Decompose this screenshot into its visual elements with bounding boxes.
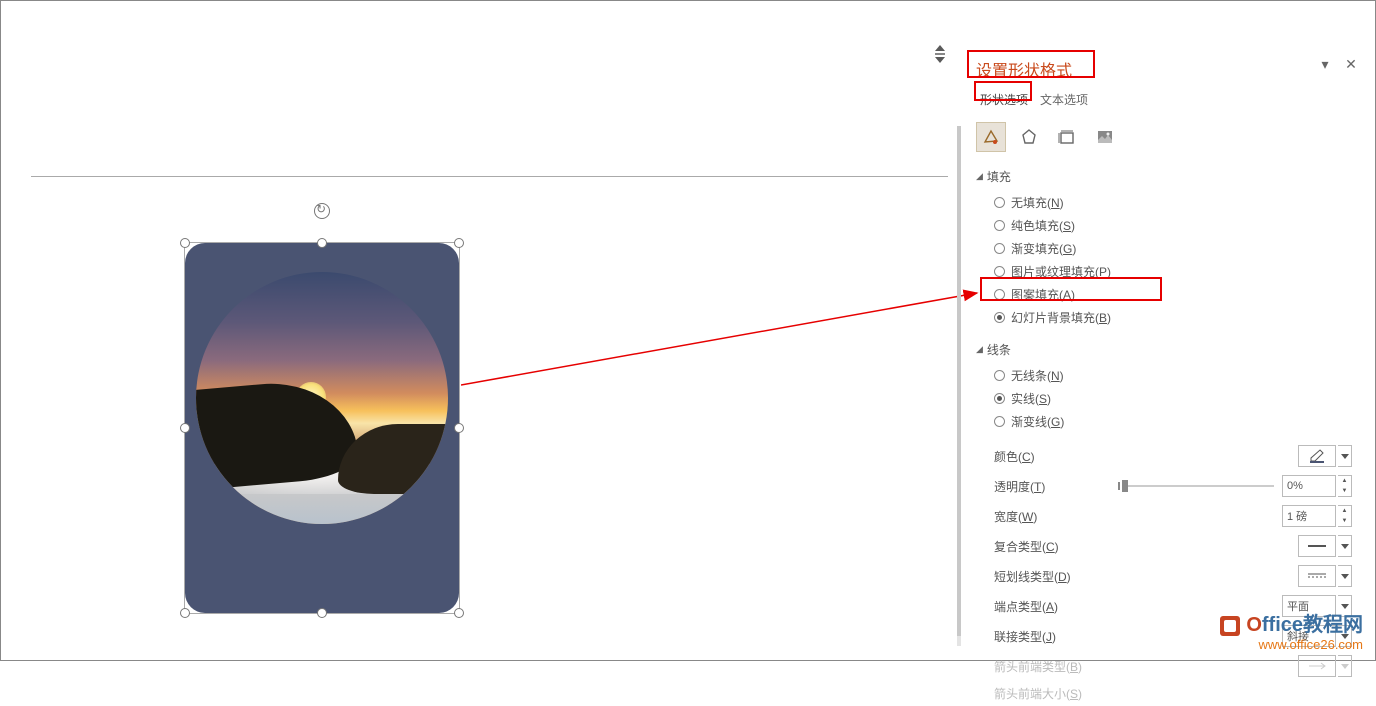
line-width-row: 宽度(W) 1 磅 ▲▼ xyxy=(966,501,1366,531)
width-spinner[interactable]: ▲▼ xyxy=(1338,505,1352,527)
rotate-handle[interactable] xyxy=(314,203,330,219)
slide-canvas[interactable] xyxy=(3,3,948,659)
arrow-begin-picker xyxy=(1298,655,1336,677)
highlight-title xyxy=(967,50,1095,78)
collapse-icon: ◢ xyxy=(976,171,983,182)
slide-boundary xyxy=(31,176,948,661)
dash-type-dropdown[interactable] xyxy=(1338,565,1352,587)
line-gradient[interactable]: 渐变线(G) xyxy=(994,410,1356,433)
fill-line-icon[interactable] xyxy=(976,122,1006,152)
panel-scrollbar[interactable] xyxy=(957,126,961,646)
width-value[interactable]: 1 磅 xyxy=(1282,505,1336,527)
size-properties-icon[interactable] xyxy=(1052,122,1082,152)
compound-type-picker[interactable] xyxy=(1298,535,1336,557)
resize-handle-br[interactable] xyxy=(454,608,464,618)
circle-image[interactable] xyxy=(196,272,448,524)
line-color-row: 颜色(C) xyxy=(966,441,1366,471)
arrow-begin-type-row: 箭头前端类型(B) xyxy=(966,651,1366,681)
compound-type-dropdown[interactable] xyxy=(1338,535,1352,557)
selected-shape[interactable] xyxy=(185,243,459,613)
line-none[interactable]: 无线条(N) xyxy=(994,364,1356,387)
fill-options: 无填充(N) 纯色填充(S) 渐变填充(G) 图片或纹理填充(P) 图案填充(A… xyxy=(966,189,1366,337)
line-color-dropdown[interactable] xyxy=(1338,445,1352,467)
fill-section-header[interactable]: ◢ 填充 xyxy=(966,164,1366,189)
picture-icon[interactable] xyxy=(1090,122,1120,152)
format-shape-panel: 设置形状格式 形状选项 文本选项 ◢ 填充 无填充(N) 纯色填充(S) 渐变填… xyxy=(966,51,1366,651)
collapse-icon: ◢ xyxy=(976,344,983,355)
tab-text-options[interactable]: 文本选项 xyxy=(1040,91,1088,108)
transparency-slider[interactable] xyxy=(1122,485,1274,487)
resize-handle-bm[interactable] xyxy=(317,608,327,618)
resize-handle-mr[interactable] xyxy=(454,423,464,433)
fill-solid[interactable]: 纯色填充(S) xyxy=(994,214,1356,237)
dash-type-picker[interactable] xyxy=(1298,565,1336,587)
line-section-header[interactable]: ◢ 线条 xyxy=(966,337,1366,362)
dash-type-row: 短划线类型(D) xyxy=(966,561,1366,591)
transparency-spinner[interactable]: ▲▼ xyxy=(1338,475,1352,497)
rounded-rect-shape[interactable] xyxy=(185,243,459,613)
line-color-picker[interactable] xyxy=(1298,445,1336,467)
resize-handle-bl[interactable] xyxy=(180,608,190,618)
watermark: Office教程网 www.office26.com xyxy=(1220,608,1363,652)
category-icons xyxy=(966,114,1366,164)
resize-handle-tm[interactable] xyxy=(317,238,327,248)
line-options: 无线条(N) 实线(S) 渐变线(G) xyxy=(966,362,1366,441)
watermark-url: www.office26.com xyxy=(1220,637,1363,652)
resize-handle-ml[interactable] xyxy=(180,423,190,433)
fill-none[interactable]: 无填充(N) xyxy=(994,191,1356,214)
line-solid[interactable]: 实线(S) xyxy=(994,387,1356,410)
fill-gradient[interactable]: 渐变填充(G) xyxy=(994,237,1356,260)
fill-header-label: 填充 xyxy=(987,168,1011,185)
canvas-scroll[interactable] xyxy=(932,43,948,65)
watermark-icon xyxy=(1220,616,1240,636)
fill-slide-background[interactable]: 幻灯片背景填充(B) xyxy=(994,306,1356,329)
line-transparency-row: 透明度(T) 0% ▲▼ xyxy=(966,471,1366,501)
transparency-value[interactable]: 0% xyxy=(1282,475,1336,497)
resize-handle-tr[interactable] xyxy=(454,238,464,248)
resize-handle-tl[interactable] xyxy=(180,238,190,248)
effects-icon[interactable] xyxy=(1014,122,1044,152)
highlight-tab xyxy=(974,81,1032,101)
line-header-label: 线条 xyxy=(987,341,1011,358)
highlight-fill-option xyxy=(980,277,1162,301)
arrow-begin-dropdown xyxy=(1338,655,1352,677)
arrow-begin-size-row: 箭头前端大小(S) xyxy=(966,681,1366,706)
compound-type-row: 复合类型(C) xyxy=(966,531,1366,561)
